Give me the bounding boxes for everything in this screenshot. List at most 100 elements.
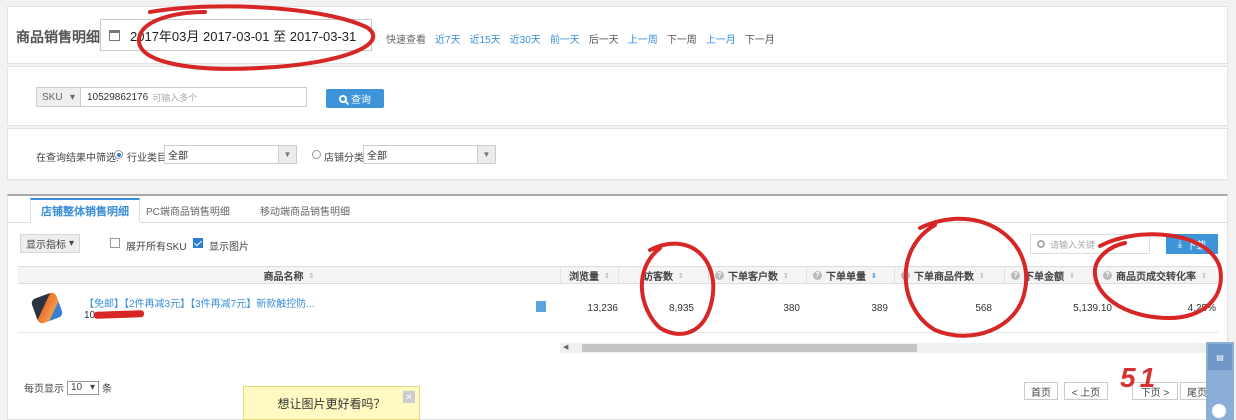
- search-type-value: SKU: [42, 91, 63, 103]
- main-panel: 店铺整体销售明细 PC端商品销售明细 移动端商品销售明细 显示指标 ▾ 展开所有…: [7, 194, 1228, 420]
- col-visitors[interactable]: 访客数 ⇕: [618, 267, 708, 284]
- query-button-label: 查询: [351, 95, 371, 106]
- calendar-icon: [109, 29, 120, 41]
- filter-panel: 在查询结果中筛选: 行业类目 全部 ▼ 店铺分类 全部 ▼: [7, 128, 1228, 180]
- scrollbar-thumb[interactable]: [582, 344, 917, 352]
- quick-link-next-day[interactable]: 后一天: [589, 31, 619, 46]
- page-size-control: 每页显示 10 ▾ 条: [24, 380, 112, 395]
- radio-industry-category[interactable]: [114, 150, 123, 159]
- per-page-label: 每页显示: [24, 384, 64, 395]
- sort-icon: ⇕: [1069, 272, 1075, 280]
- expand-sku-label: 展开所有SKU: [126, 242, 187, 253]
- help-icon: ?: [715, 271, 724, 280]
- col-order-count-label: 下单单量: [826, 272, 866, 283]
- help-icon: ?: [901, 271, 910, 280]
- keyword-search-input[interactable]: 请输入关键: [1030, 234, 1150, 254]
- tab-store-overall[interactable]: 店铺整体销售明细: [30, 198, 140, 223]
- sort-icon: ⇕: [871, 272, 877, 280]
- store-category-value: 全部: [367, 151, 387, 162]
- col-conversion-rate-label: 商品页成交转化率: [1116, 272, 1196, 283]
- col-page-views[interactable]: 浏览量 ⇕: [560, 267, 618, 284]
- col-product-name-label: 商品名称: [263, 272, 304, 283]
- sort-icon: ⇕: [604, 272, 610, 280]
- cell-order-items: 568: [975, 303, 992, 314]
- watermark-logo: 51: [1120, 362, 1160, 393]
- chevron-down-icon: ▾: [89, 382, 95, 393]
- keyword-placeholder: 请输入关键: [1050, 239, 1096, 250]
- sku-input-placeholder: 可输入多个: [152, 92, 198, 103]
- cell-order-count: 389: [871, 303, 888, 314]
- cell-visitors: 8,935: [668, 303, 694, 314]
- date-range-picker[interactable]: 2017年03月 2017-03-01 至 2017-03-31: [100, 19, 372, 51]
- col-order-items[interactable]: ? 下单商品件数 ⇕: [894, 267, 1004, 284]
- cell-order-customers: 380: [783, 303, 800, 314]
- filter-label: 在查询结果中筛选:: [36, 153, 119, 164]
- sort-icon: ⇕: [979, 272, 985, 280]
- scroll-left-icon[interactable]: ◀: [563, 343, 568, 351]
- radio-store-category[interactable]: [312, 150, 321, 159]
- tab-mobile-sales[interactable]: 移动端商品销售明细: [250, 198, 360, 223]
- help-icon: ?: [813, 271, 822, 280]
- quick-link-7d[interactable]: 近7天: [435, 31, 461, 46]
- chevron-down-icon: ▾: [69, 91, 75, 103]
- page-size-value: 10: [71, 382, 83, 393]
- metrics-label: 显示指标: [25, 240, 66, 251]
- horizontal-scrollbar[interactable]: ◀: [560, 343, 1210, 353]
- search-panel: SKU ▾ 10529862176 可输入多个 查询: [7, 66, 1228, 126]
- cell-page-views: 13,236: [587, 303, 618, 314]
- sort-icon: ⇕: [1201, 272, 1207, 280]
- feedback-icon[interactable]: ▤: [1208, 344, 1232, 370]
- sku-input[interactable]: 10529862176 可输入多个: [81, 87, 307, 107]
- quick-link-next-week[interactable]: 下一周: [667, 31, 697, 46]
- show-image-checkbox[interactable]: [193, 238, 203, 248]
- quick-view: 快速查看 近7天 近15天 近30天 前一天 后一天 上一周 下一周 上一月 下…: [386, 31, 775, 46]
- table-header: 商品名称 ⇕ 浏览量 ⇕ 访客数 ⇕ ? 下单客户数 ⇕ ? 下单单量 ⇕ ? 下单商品件数 ⇕ …: [18, 266, 1218, 284]
- quick-link-30d[interactable]: 近30天: [510, 31, 541, 46]
- store-category-select[interactable]: 全部 ▼: [363, 145, 496, 164]
- help-icon: ?: [1103, 271, 1112, 280]
- header-panel: 商品销售明细 2017年03月 2017-03-01 至 2017-03-31 …: [7, 6, 1228, 64]
- download-button[interactable]: ⤓ 下载: [1166, 234, 1218, 254]
- quick-link-prev-day[interactable]: 前一天: [550, 31, 580, 46]
- close-icon[interactable]: ✕: [403, 391, 415, 403]
- quick-link-prev-month[interactable]: 上一月: [706, 31, 736, 46]
- col-product-name[interactable]: 商品名称 ⇕: [18, 267, 560, 284]
- image-tip-popup: 想让图片更好看吗？ ✕: [243, 386, 420, 420]
- first-page-button[interactable]: 首页: [1024, 382, 1058, 400]
- search-type-select[interactable]: SKU ▾: [36, 87, 81, 107]
- quick-link-next-month[interactable]: 下一月: [745, 31, 775, 46]
- expand-sku-checkbox[interactable]: [110, 238, 120, 248]
- col-visitors-label: 访客数: [643, 272, 674, 283]
- query-button[interactable]: 查询: [326, 89, 384, 108]
- col-conversion-rate[interactable]: ? 商品页成交转化率 ⇕: [1096, 267, 1218, 284]
- radio-industry-label: 行业类目: [127, 153, 167, 164]
- col-order-amount[interactable]: ? 下单金额 ⇕: [1004, 267, 1096, 284]
- metrics-dropdown[interactable]: 显示指标 ▾: [20, 234, 80, 253]
- redaction-mark: [93, 310, 145, 319]
- details-icon[interactable]: [536, 301, 546, 312]
- download-label: 下载: [1186, 240, 1207, 252]
- sort-icon: ⇕: [308, 272, 315, 280]
- prev-page-button[interactable]: < 上页: [1064, 382, 1108, 400]
- chevron-down-icon: ▼: [278, 146, 296, 163]
- col-order-count[interactable]: ? 下单单量 ⇕: [806, 267, 894, 284]
- industry-category-select[interactable]: 全部 ▼: [164, 145, 297, 164]
- chevron-down-icon: ▼: [477, 146, 495, 163]
- sort-icon: ⇕: [678, 272, 684, 280]
- page-title: 商品销售明细: [16, 29, 100, 45]
- quick-link-15d[interactable]: 近15天: [470, 31, 501, 46]
- sort-icon: ⇕: [783, 272, 789, 280]
- product-title-link[interactable]: 【免邮】【2件再减3元】【3件再减7元】新款触控防...: [84, 295, 315, 310]
- tab-pc-sales[interactable]: PC端商品销售明细: [136, 198, 240, 223]
- quick-link-prev-week[interactable]: 上一周: [628, 31, 658, 46]
- page-size-select[interactable]: 10 ▾: [67, 380, 99, 395]
- cell-order-amount: 5,139.10: [1073, 303, 1112, 314]
- product-thumbnail[interactable]: [30, 291, 64, 325]
- chevron-down-icon: ▾: [68, 238, 75, 249]
- col-order-amount-label: 下单金额: [1024, 272, 1064, 283]
- col-order-items-label: 下单商品件数: [914, 272, 974, 283]
- chat-icon[interactable]: [1212, 404, 1226, 418]
- table-row: 【免邮】【2件再减3元】【3件再减7元】新款触控防... 10 13,236 8…: [18, 285, 1218, 333]
- per-page-unit: 条: [102, 384, 112, 395]
- col-order-customers[interactable]: ? 下单客户数 ⇕: [708, 267, 806, 284]
